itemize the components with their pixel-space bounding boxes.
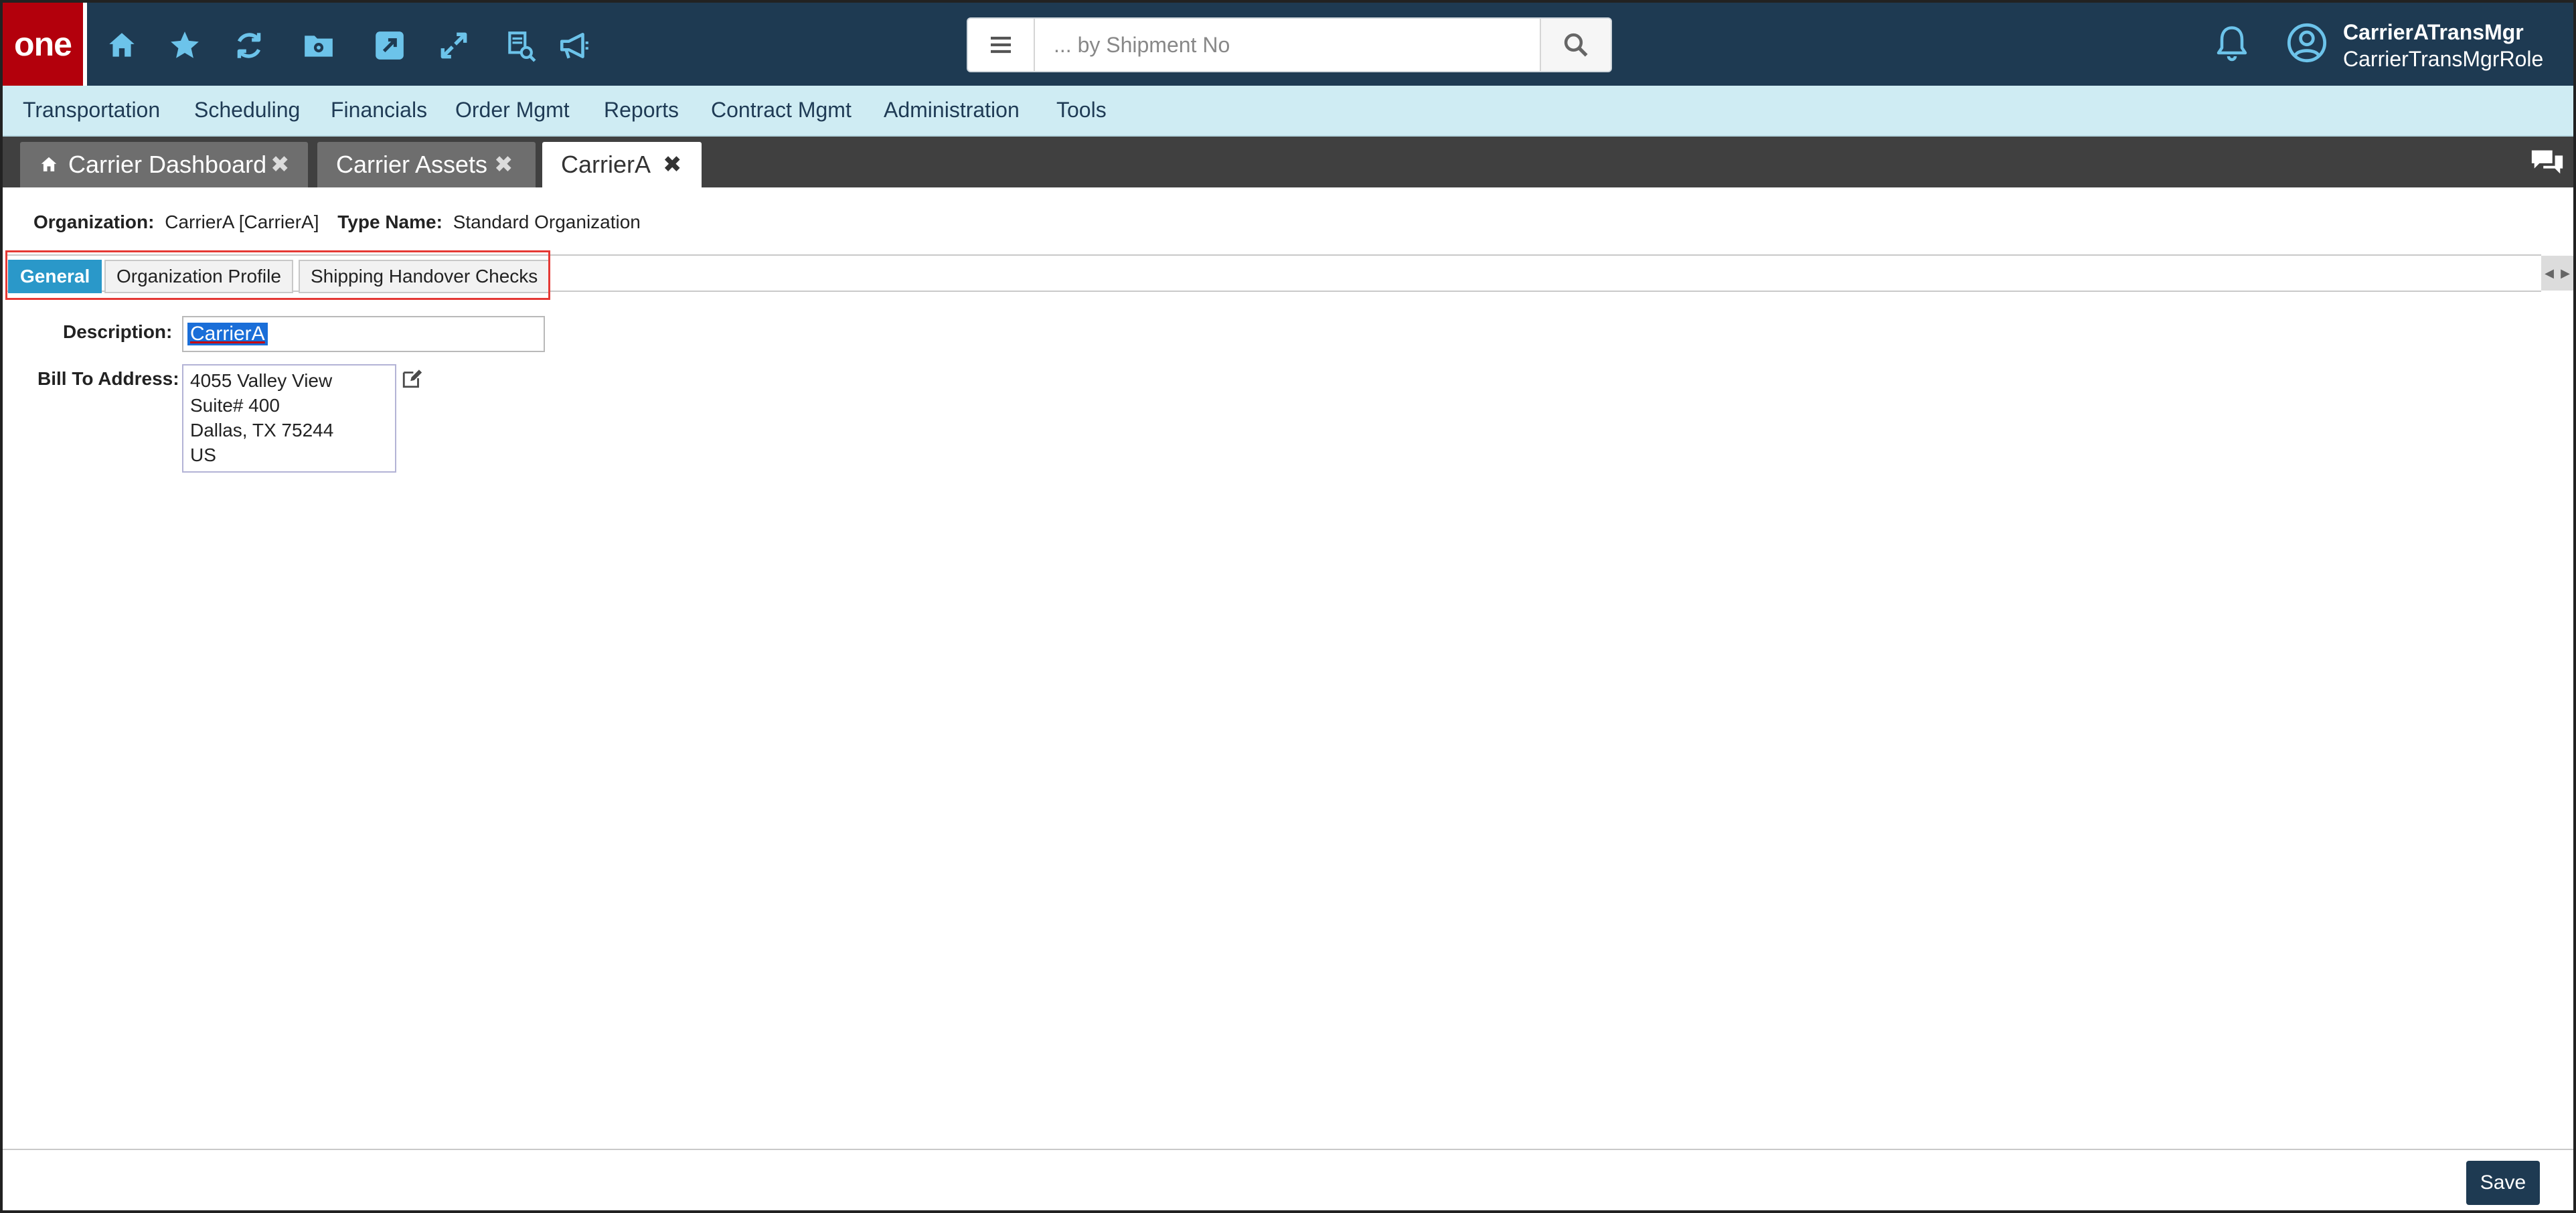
- organization-info: Organization: CarrierA [CarrierA] Type N…: [33, 212, 641, 233]
- menu-contract-mgmt[interactable]: Contract Mgmt: [711, 98, 852, 123]
- menu-scheduling[interactable]: Scheduling: [194, 98, 300, 123]
- address-line: 4055 Valley View: [190, 370, 333, 391]
- home-icon: [39, 155, 59, 175]
- user-name[interactable]: CarrierATransMgr: [2343, 20, 2524, 45]
- menu-order-mgmt[interactable]: Order Mgmt: [455, 98, 570, 123]
- expand-icon[interactable]: [435, 27, 473, 64]
- type-name-label: Type Name:: [337, 212, 442, 232]
- close-icon[interactable]: ✖: [663, 151, 682, 178]
- tab-label: Carrier Assets: [336, 151, 488, 178]
- window-tab-strip: Carrier Dashboard ✖ Carrier Assets ✖ Car…: [3, 137, 2573, 187]
- tab-label: CarrierA: [561, 151, 651, 178]
- menu-financials[interactable]: Financials: [331, 98, 427, 123]
- star-icon[interactable]: [166, 27, 204, 64]
- tab-carriera[interactable]: CarrierA ✖: [542, 142, 702, 187]
- home-icon[interactable]: [103, 27, 141, 64]
- app-logo[interactable]: one: [3, 3, 83, 86]
- description-field[interactable]: CarrierA: [182, 316, 545, 352]
- address-line: Dallas, TX 75244: [190, 420, 334, 440]
- bill-to-address-label: Bill To Address:: [37, 368, 179, 389]
- tab-scroll-controls: ◀ ▶: [2541, 256, 2573, 291]
- tab-carrier-assets[interactable]: Carrier Assets ✖: [317, 142, 536, 187]
- chat-icon[interactable]: [2529, 146, 2565, 179]
- scroll-right-icon[interactable]: ▶: [2557, 256, 2573, 291]
- bill-to-address-box: 4055 Valley View Suite# 400 Dallas, TX 7…: [182, 364, 396, 473]
- menu-administration[interactable]: Administration: [884, 98, 1020, 123]
- org-label: Organization:: [33, 212, 155, 232]
- footer-divider: [3, 1149, 2573, 1150]
- menu-transportation[interactable]: Transportation: [23, 98, 160, 123]
- menu-reports[interactable]: Reports: [604, 98, 679, 123]
- folder-settings-icon[interactable]: [300, 27, 337, 64]
- type-name-value: Standard Organization: [453, 212, 641, 232]
- megaphone-icon[interactable]: [556, 27, 593, 64]
- shipment-search: [967, 17, 1612, 72]
- search-book-icon[interactable]: [502, 27, 540, 64]
- search-icon[interactable]: [1540, 19, 1611, 71]
- top-header: one CarrierATransMgr CarrierTran: [3, 3, 2573, 86]
- tab-carrier-dashboard[interactable]: Carrier Dashboard ✖: [20, 142, 308, 187]
- notifications-bell-icon[interactable]: [2212, 23, 2252, 63]
- description-label: Description:: [63, 321, 173, 342]
- main-menu: Transportation Scheduling Financials Ord…: [3, 86, 2573, 137]
- search-input[interactable]: [1035, 19, 1538, 71]
- save-button[interactable]: Save: [2466, 1161, 2540, 1205]
- address-line: US: [190, 444, 216, 465]
- tabs-highlight-box: [5, 250, 550, 300]
- scroll-left-icon[interactable]: ◀: [2541, 256, 2557, 291]
- address-line: Suite# 400: [190, 395, 280, 416]
- hamburger-menu-icon[interactable]: [968, 19, 1035, 71]
- tab-label: Carrier Dashboard: [68, 151, 267, 178]
- logo-divider: [83, 3, 87, 86]
- description-value: CarrierA: [187, 323, 268, 345]
- user-role: CarrierTransMgrRole: [2343, 47, 2544, 71]
- logo-text: one: [14, 25, 72, 63]
- org-value: CarrierA [CarrierA]: [165, 212, 319, 232]
- close-icon[interactable]: ✖: [494, 151, 513, 178]
- edit-address-icon[interactable]: [400, 367, 424, 390]
- menu-tools[interactable]: Tools: [1056, 98, 1107, 123]
- close-icon[interactable]: ✖: [270, 151, 290, 178]
- external-link-icon[interactable]: [371, 27, 408, 64]
- refresh-icon[interactable]: [230, 27, 268, 64]
- user-avatar-icon[interactable]: [2285, 21, 2328, 64]
